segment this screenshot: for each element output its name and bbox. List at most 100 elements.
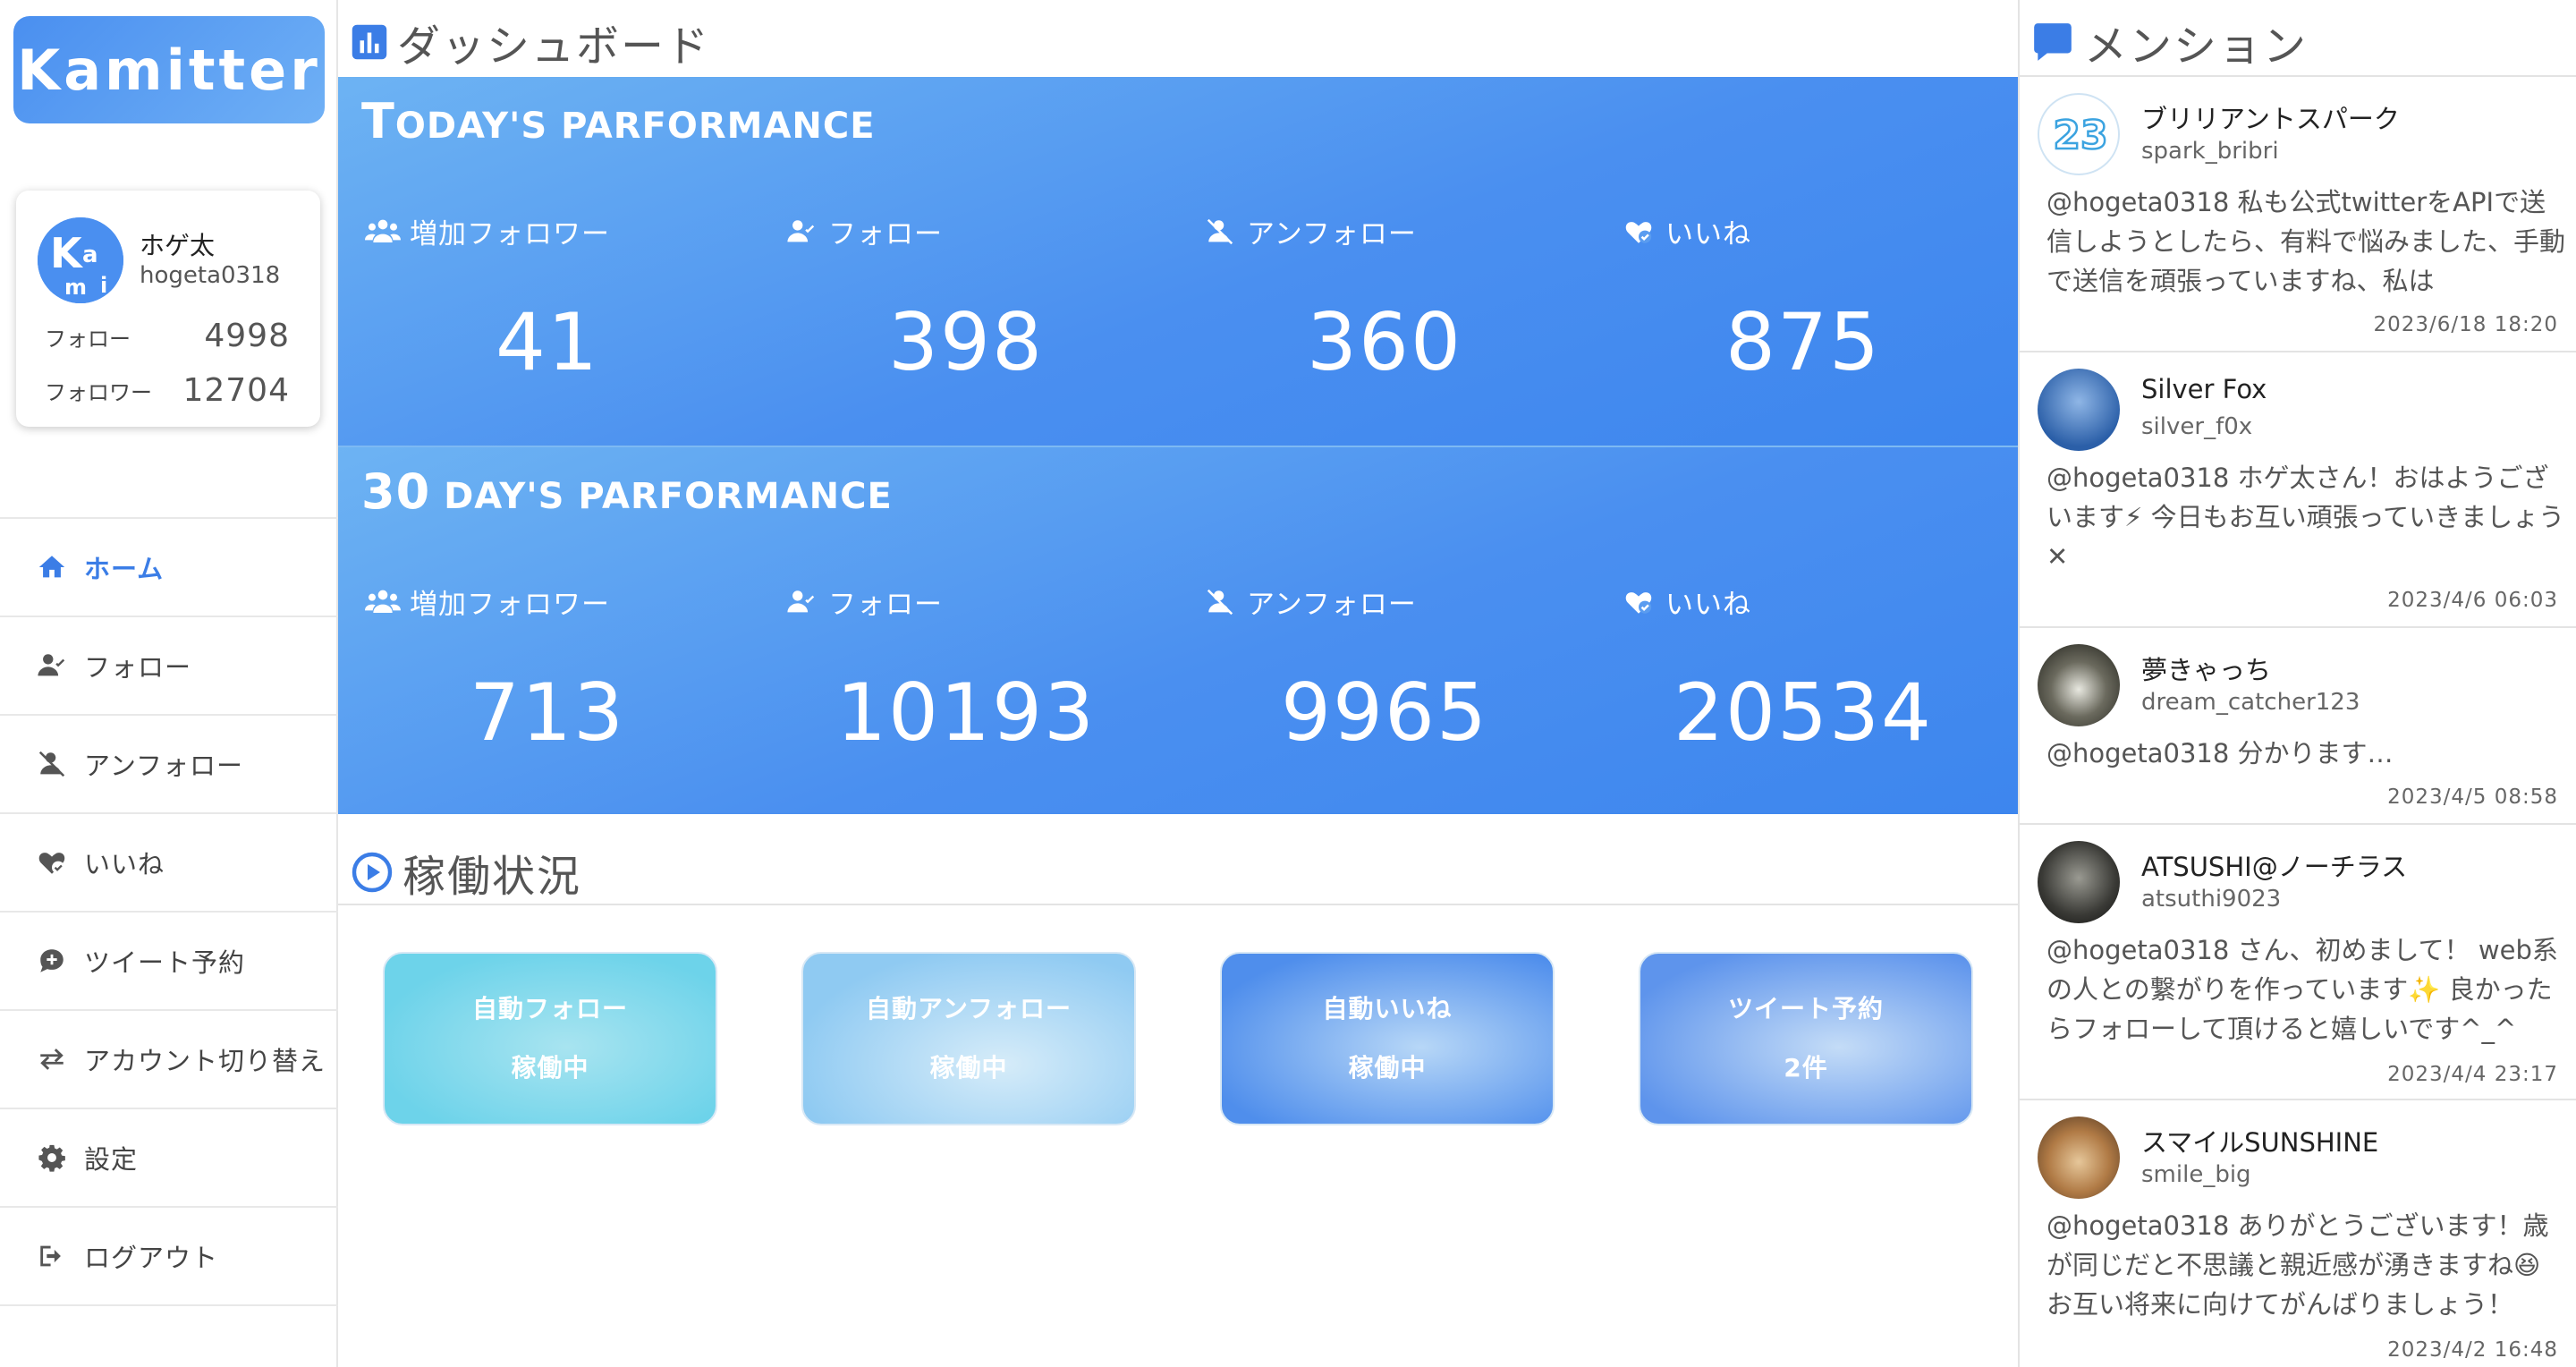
- metric-like: いいね 875: [1594, 211, 2012, 388]
- mentions-panel: メンション 23 ブリリアントスパーク spark_bribri @hogeta…: [2018, 0, 2576, 1367]
- sidebar-item-follow[interactable]: フォロー: [0, 617, 338, 716]
- sidebar-item-label: いいね: [84, 849, 165, 879]
- panel-title: 30 DAY'S PARFORMANCE: [361, 463, 893, 520]
- user-check-icon: [787, 219, 815, 242]
- mentions-header: メンション: [2030, 11, 2308, 73]
- metric-label: いいね: [1665, 589, 1751, 621]
- card-state: 稼働中: [1348, 1053, 1427, 1083]
- mention-name: ATSUSHI@ノーチラス: [2141, 852, 2408, 882]
- metric-new-followers: 増加フォロワー 41: [338, 211, 757, 388]
- tweet-schedule-status-card[interactable]: ツイート予約 2件: [1639, 952, 1973, 1125]
- sidebar-item-home[interactable]: ホーム: [0, 519, 338, 617]
- metric-value: 41: [496, 296, 599, 388]
- mention-item[interactable]: 23 ブリリアントスパーク spark_bribri @hogeta0318 私…: [2020, 77, 2576, 352]
- metric-value: 9965: [1281, 667, 1488, 759]
- sidebar-item-label: ホーム: [84, 554, 165, 584]
- panel-title-rest: DAY'S PARFORMANCE: [430, 476, 893, 517]
- divider: [338, 904, 2018, 905]
- mention-item[interactable]: 夢きゃっち dream_catcher123 @hogeta0318 分かります…: [2020, 628, 2576, 825]
- card-label: 自動フォロー: [471, 994, 628, 1023]
- auto-follow-status-card[interactable]: 自動フォロー 稼働中: [383, 952, 717, 1125]
- user-check-icon: [34, 648, 70, 684]
- profile-card: K a m i ホゲ太 hogeta0318 フォロー 4998 フォロワー 1…: [16, 191, 320, 427]
- app-logo-text: Kamitter: [17, 37, 321, 103]
- mention-text: @hogeta0318 分かります…: [2046, 738, 2394, 768]
- mention-handle: dream_catcher123: [2141, 689, 2360, 716]
- follower-count-value: 12704: [182, 372, 290, 409]
- avatar[interactable]: K a m i: [38, 217, 123, 303]
- sidebar-item-label: フォロー: [84, 652, 192, 683]
- avatar: [2038, 644, 2120, 726]
- user-slash-icon: [1207, 218, 1233, 244]
- metric-new-followers: 増加フォロワー 713: [338, 582, 757, 759]
- profile-handle: hogeta0318: [140, 262, 281, 289]
- sidebar-item-logout[interactable]: ログアウト: [0, 1208, 338, 1306]
- sidebar-item-tweet-schedule[interactable]: ツイート予約: [0, 913, 338, 1011]
- mention-handle: silver_f0x: [2141, 413, 2253, 440]
- mention-item[interactable]: ATSUSHI@ノーチラス atsuthi9023 @hogeta0318 さん…: [2020, 825, 2576, 1100]
- today-performance-panel: TODAY'S PARFORMANCE 増加フォロワー 41 フォロー 398 …: [338, 77, 2018, 446]
- mention-handle: atsuthi9023: [2141, 886, 2282, 913]
- metric-label: アンフォロー: [1247, 589, 1417, 621]
- mention-name: ブリリアントスパーク: [2141, 104, 2400, 134]
- mention-text: @hogeta0318 ホゲ太さん！おはようございます⚡ 今日もお互い頑張ってい…: [2046, 463, 2565, 572]
- mention-item[interactable]: Silver Fox silver_f0x @hogeta0318 ホゲ太さん！…: [2020, 352, 2576, 628]
- follower-count-label: フォロワー: [45, 380, 152, 405]
- card-state: 稼働中: [929, 1053, 1008, 1083]
- mention-date: 2023/4/4 23:17: [2387, 1063, 2558, 1086]
- metric-label: いいね: [1665, 218, 1751, 250]
- status-header: 稼働状況: [351, 841, 581, 904]
- sidebar-item-unfollow[interactable]: アンフォロー: [0, 716, 338, 814]
- section-title: メンション: [2084, 21, 2309, 72]
- section-title: 稼働状況: [402, 852, 582, 902]
- sidebar-item-like[interactable]: いいね: [0, 814, 338, 913]
- avatar: [2038, 369, 2120, 451]
- card-label: 自動いいね: [1322, 994, 1453, 1023]
- avatar: [2038, 1117, 2120, 1199]
- metric-label: フォロー: [828, 589, 943, 621]
- sidebar-item-settings[interactable]: 設定: [0, 1109, 338, 1208]
- metric-value: 875: [1725, 296, 1881, 388]
- avatar-letter: a: [82, 242, 98, 268]
- profile-name: ホゲ太: [140, 231, 216, 260]
- metric-value: 20534: [1674, 667, 1933, 759]
- avatar-text: 23: [2053, 113, 2107, 158]
- heart-check-icon: [1625, 221, 1652, 243]
- avatar-letter: K: [50, 229, 84, 277]
- logout-icon: [34, 1238, 70, 1274]
- mention-text: @hogeta0318 さん、初めまして！ web系の人との繋がりを作っています…: [2046, 935, 2558, 1044]
- card-state: 稼働中: [511, 1053, 589, 1083]
- sidebar-item-label: アカウント切り替え: [84, 1046, 326, 1076]
- user-check-icon: [787, 590, 815, 612]
- sidebar-item-label: ツイート予約: [84, 947, 246, 978]
- metric-like: いいね 20534: [1594, 582, 2012, 759]
- sidebar-item-label: ログアウト: [84, 1243, 219, 1273]
- auto-unfollow-status-card[interactable]: 自動アンフォロー 稼働中: [801, 952, 1136, 1125]
- card-label: 自動アンフォロー: [865, 994, 1072, 1023]
- panel-title-lead: 30: [361, 463, 431, 520]
- metric-label: 増加フォロワー: [410, 589, 610, 621]
- sidebar: Kamitter K a m i ホゲ太 hogeta0318 フォロー 499…: [0, 0, 338, 1367]
- card-label: ツイート予約: [1727, 994, 1884, 1023]
- metric-value: 360: [1307, 296, 1462, 388]
- user-slash-icon: [34, 746, 70, 782]
- thirty-day-performance-panel: 30 DAY'S PARFORMANCE 増加フォロワー 713 フォロー 10…: [338, 446, 2018, 814]
- mention-name: 夢きゃっち: [2141, 655, 2272, 685]
- metric-unfollow: アンフォロー 9965: [1175, 582, 1594, 759]
- dashboard-header: ダッシュボード: [351, 11, 710, 73]
- mention-text: @hogeta0318 ありがとうございます！歳が同じだと不思議と親近感が湧きま…: [2046, 1210, 2549, 1320]
- mention-name: スマイルSUNSHINE: [2141, 1127, 2379, 1158]
- sidebar-item-switch-account[interactable]: アカウント切り替え: [0, 1011, 338, 1109]
- auto-like-status-card[interactable]: 自動いいね 稼働中: [1220, 952, 1555, 1125]
- metric-value: 713: [470, 667, 625, 759]
- mention-item[interactable]: スマイルSUNSHINE smile_big @hogeta0318 ありがとう…: [2020, 1100, 2576, 1367]
- panel-title: TODAY'S PARFORMANCE: [361, 93, 876, 149]
- play-circle-icon: [352, 852, 393, 893]
- mention-handle: spark_bribri: [2141, 138, 2279, 165]
- metric-unfollow: アンフォロー 360: [1175, 211, 1594, 388]
- home-icon: [34, 549, 70, 585]
- page-title: ダッシュボード: [397, 21, 711, 72]
- mention-date: 2023/4/5 08:58: [2387, 785, 2558, 809]
- app-logo[interactable]: Kamitter: [13, 16, 325, 123]
- heart-check-icon: [1625, 591, 1652, 614]
